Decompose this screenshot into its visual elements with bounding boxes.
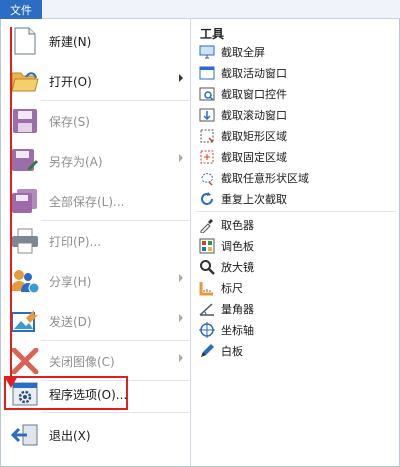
menu-item-new[interactable]: 新建(N) [3,21,189,61]
tool-label: 标尺 [221,282,243,295]
tool-capture-active-window[interactable]: 截取活动窗口 [196,63,396,83]
tool-ruler[interactable]: 标尺 [196,278,396,298]
annotation-highlight-box [4,376,128,410]
tool-protractor[interactable]: 量角器 [196,299,396,319]
menu-item-print[interactable]: 打印(P)... [3,221,189,261]
menu-label-exit: 退出(X) [49,428,91,443]
menu-item-save[interactable]: 保存(S) [3,101,189,141]
eyedropper-icon [199,217,215,233]
freehand-region-icon [199,170,215,186]
window-control-icon [199,86,215,102]
printer-icon [7,223,43,259]
menu-item-save-all[interactable]: 全部保存(L)... [3,181,189,221]
tool-label: 白板 [221,345,243,358]
menu-label-send: 发送(D) [49,314,92,329]
pen-icon [199,343,215,359]
menu-label-print: 打印(P)... [49,234,102,249]
file-tab[interactable]: 文件 [0,0,42,19]
tool-capture-scroll-window[interactable]: 截取滚动窗口 [196,105,396,125]
tool-label: 放大镜 [221,261,254,274]
tool-label: 截取固定区域 [221,151,287,164]
tool-label: 重复上次截取 [221,193,287,206]
palette-icon [199,238,215,254]
rectangle-region-icon [199,128,215,144]
file-menu-commands: 新建(N) 打开(O) 保存(S) 另存为(A) 全部保存(L)... 打印(P… [1,19,191,467]
tool-label: 截取窗口控件 [221,88,287,101]
tool-capture-fullscreen[interactable]: 截取全屏 [196,42,396,62]
tool-label: 调色板 [221,240,254,253]
tools-section-title: 工具 [200,27,225,41]
menu-item-save-as[interactable]: 另存为(A) [3,141,189,181]
window-icon [199,65,215,81]
new-file-icon [7,23,43,59]
send-image-icon [7,303,43,339]
tool-color-picker[interactable]: 取色器 [196,215,396,235]
save-all-icon [7,183,43,219]
tool-label: 取色器 [221,219,254,232]
crosshair-icon [199,322,215,338]
menu-label-new: 新建(N) [49,34,92,49]
annotation-arrow-line [10,27,12,383]
scroll-window-icon [199,107,215,123]
tool-palette[interactable]: 调色板 [196,236,396,256]
menu-label-open: 打开(O) [49,74,92,89]
tool-whiteboard[interactable]: 白板 [196,341,396,361]
protractor-icon [199,301,215,317]
monitor-icon [199,44,215,60]
magnifier-icon [199,259,215,275]
menu-label-save: 保存(S) [49,114,90,129]
tool-capture-fixed-region[interactable]: 截取固定区域 [196,147,396,167]
save-as-icon [7,143,43,179]
file-menu-panel: 新建(N) 打开(O) 保存(S) 另存为(A) 全部保存(L)... 打印(P… [0,19,400,467]
tool-label: 截取滚动窗口 [221,109,287,122]
tool-label: 截取全屏 [221,46,265,59]
menu-item-exit[interactable]: 退出(X) [3,415,189,455]
menu-divider [41,412,189,413]
repeat-icon [199,191,215,207]
open-folder-icon [7,63,43,99]
submenu-arrow-icon [179,354,183,362]
submenu-arrow-icon [179,154,183,162]
tool-label: 截取任意形状区域 [221,172,309,185]
tool-label: 坐标轴 [221,324,254,337]
title-bar: 文件 [0,0,400,19]
tools-panel: 工具 截取全屏 截取活动窗口 截取窗口控件 截取滚动窗口 截取矩形区域 截取固定… [192,19,399,467]
tool-label: 截取活动窗口 [221,67,287,80]
fixed-region-icon [199,149,215,165]
close-x-icon [7,343,43,379]
ruler-icon [199,280,215,296]
tool-magnifier[interactable]: 放大镜 [196,257,396,277]
submenu-arrow-icon [179,274,183,282]
menu-label-save-as: 另存为(A) [49,154,103,169]
menu-item-close-image[interactable]: 关闭图像(C) [3,341,189,381]
menu-item-send[interactable]: 发送(D) [3,301,189,341]
save-disk-icon [7,103,43,139]
tool-capture-window-control[interactable]: 截取窗口控件 [196,84,396,104]
tool-capture-freehand[interactable]: 截取任意形状区域 [196,168,396,188]
menu-label-share: 分享(H) [49,274,92,289]
menu-label-save-all: 全部保存(L)... [49,194,125,209]
share-users-icon [7,263,43,299]
menu-item-open[interactable]: 打开(O) [3,61,189,101]
submenu-arrow-icon [179,74,183,82]
tool-capture-rectangle[interactable]: 截取矩形区域 [196,126,396,146]
tool-label: 截取矩形区域 [221,130,287,143]
submenu-arrow-icon [179,314,183,322]
exit-icon [7,417,43,453]
tool-repeat-last-capture[interactable]: 重复上次截取 [196,189,396,209]
tool-crosshair[interactable]: 坐标轴 [196,320,396,340]
tool-label: 量角器 [221,303,254,316]
menu-item-share[interactable]: 分享(H) [3,261,189,301]
tools-divider [196,211,396,212]
menu-label-close-image: 关闭图像(C) [49,354,115,369]
